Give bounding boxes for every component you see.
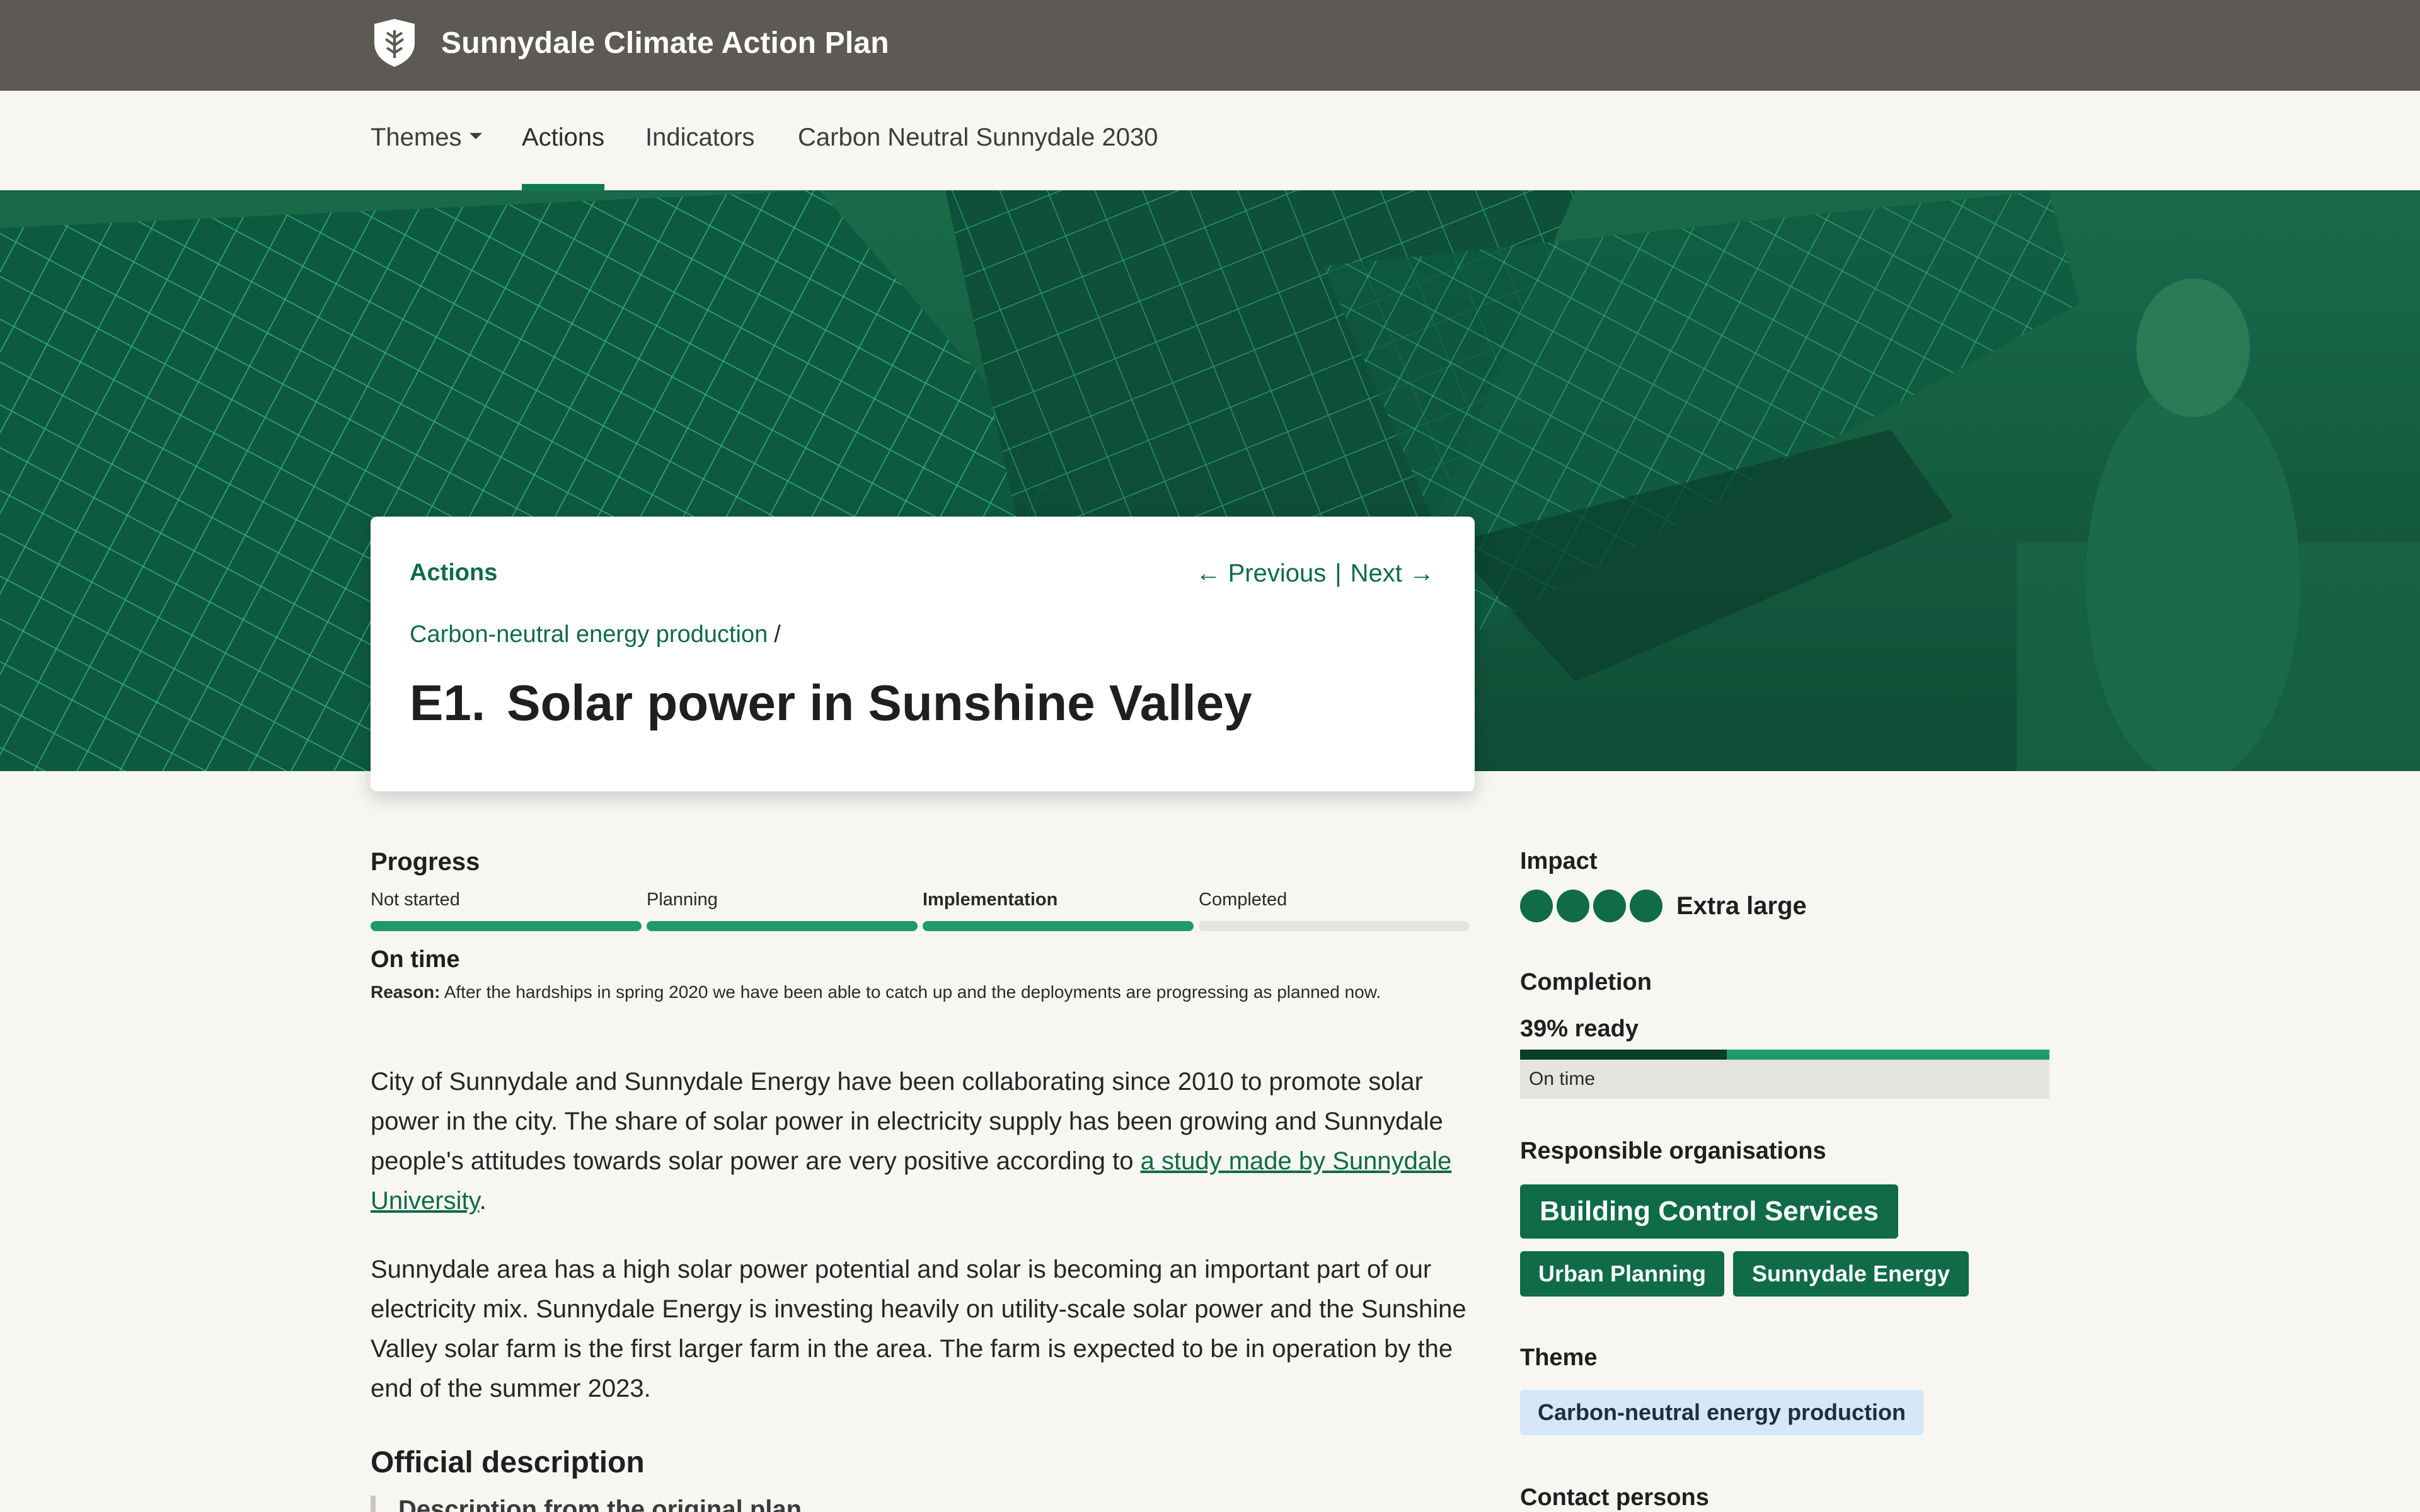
official-description-quote: Description from the original plan: [371, 1496, 1127, 1512]
completion-status: On time: [1520, 1060, 2049, 1099]
action-pager: ← Previous | Next →: [1196, 559, 1434, 588]
responsible-organisations-heading: Responsible organisations: [1520, 1138, 1826, 1164]
brand-link[interactable]: Sunnydale Climate Action Plan: [371, 18, 889, 68]
status-reason: Reason: After the hardships in spring 20…: [371, 982, 1442, 1003]
next-action-link[interactable]: Next →: [1351, 559, 1434, 588]
action-title: Solar power in Sunshine Valley: [507, 675, 1252, 731]
impact-dot: [1630, 890, 1662, 922]
stage-bar-implementation: [923, 921, 1194, 931]
reason-label: Reason:: [371, 982, 441, 1002]
theme-badge-label: Carbon-neutral energy production: [1538, 1399, 1906, 1425]
org-badge-urban-planning[interactable]: Urban Planning: [1520, 1251, 1724, 1297]
schedule-status: On time: [371, 946, 460, 973]
nav-themes[interactable]: Themes: [371, 123, 482, 190]
impact-dot: [1520, 890, 1553, 922]
nav-carbon-neutral-2030[interactable]: Carbon Neutral Sunnydale 2030: [798, 123, 1158, 190]
main-nav: Themes Actions Indicators Carbon Neutral…: [0, 91, 2420, 190]
reason-text: After the hardships in spring 2020 we ha…: [444, 982, 1381, 1002]
impact-heading: Impact: [1520, 848, 1598, 874]
org-sunnydale-energy-label: Sunnydale Energy: [1751, 1261, 1950, 1286]
stage-not-started: Not started: [371, 890, 460, 910]
impact-dot: [1557, 890, 1589, 922]
org-primary-label: Building Control Services: [1540, 1196, 1879, 1227]
nav-indicators-label: Indicators: [645, 123, 755, 151]
description-paragraph-2: Sunnydale area has a high solar power po…: [371, 1256, 1466, 1402]
org-urban-planning-label: Urban Planning: [1538, 1261, 1706, 1286]
action-identifier: E1.: [410, 675, 486, 731]
contact-persons-heading: Contact persons: [1520, 1484, 1709, 1511]
nav-themes-label: Themes: [371, 123, 462, 151]
theme-heading: Theme: [1520, 1344, 1598, 1371]
stage-completed: Completed: [1199, 890, 1288, 910]
impact-indicator: Extra large: [1520, 890, 1807, 922]
completion-percent: 39% ready: [1520, 1016, 1639, 1042]
stage-planning: Planning: [647, 890, 718, 910]
action-header-card: Actions ← Previous | Next → Carbon-neutr…: [371, 517, 1475, 791]
caret-down-icon: [469, 133, 482, 140]
theme-badge[interactable]: Carbon-neutral energy production: [1520, 1390, 1924, 1435]
description-paragraph-1: City of Sunnydale and Sunnydale Energy h…: [371, 1062, 1480, 1221]
official-description-heading: Official description: [371, 1446, 645, 1479]
p1-end: .: [479, 1187, 487, 1215]
org-badge-primary[interactable]: Building Control Services: [1520, 1184, 1898, 1239]
site-header: Sunnydale Climate Action Plan: [0, 0, 2420, 91]
page-title: E1. Solar power in Sunshine Valley: [410, 674, 1252, 732]
previous-label: Previous: [1228, 559, 1327, 587]
nav-actions[interactable]: Actions: [522, 123, 605, 190]
arrow-left-icon: ←: [1196, 559, 1221, 587]
stage-implementation: Implementation: [923, 890, 1058, 910]
actions-link[interactable]: Actions: [410, 559, 497, 587]
next-label: Next: [1350, 559, 1402, 587]
stage-bar-completed: [1199, 921, 1470, 931]
org-badge-sunnydale-energy[interactable]: Sunnydale Energy: [1733, 1251, 1969, 1297]
completion-bar: [1520, 1050, 2049, 1060]
arrow-right-icon: →: [1409, 559, 1434, 587]
nav-actions-label: Actions: [522, 123, 605, 151]
breadcrumb-separator: /: [774, 621, 781, 648]
stage-bar-not-started: [371, 921, 642, 931]
pager-divider: |: [1335, 559, 1342, 587]
previous-action-link[interactable]: ← Previous: [1196, 559, 1326, 588]
quote-text: Description from the original plan: [398, 1496, 802, 1512]
site-title: Sunnydale Climate Action Plan: [441, 26, 889, 60]
completion-bar-fill: [1520, 1050, 1727, 1060]
leaf-shield-icon: [374, 19, 415, 67]
impact-level-text: Extra large: [1676, 891, 1807, 920]
completion-heading: Completion: [1520, 969, 1652, 995]
progress-heading: Progress: [371, 848, 480, 876]
breadcrumb: Carbon-neutral energy production /: [410, 621, 781, 648]
nav-carbon-neutral-label: Carbon Neutral Sunnydale 2030: [798, 123, 1158, 151]
nav-indicators[interactable]: Indicators: [645, 123, 754, 190]
stage-bar-planning: [647, 921, 918, 931]
impact-dot: [1593, 890, 1626, 922]
theme-breadcrumb-link[interactable]: Carbon-neutral energy production: [410, 621, 768, 648]
